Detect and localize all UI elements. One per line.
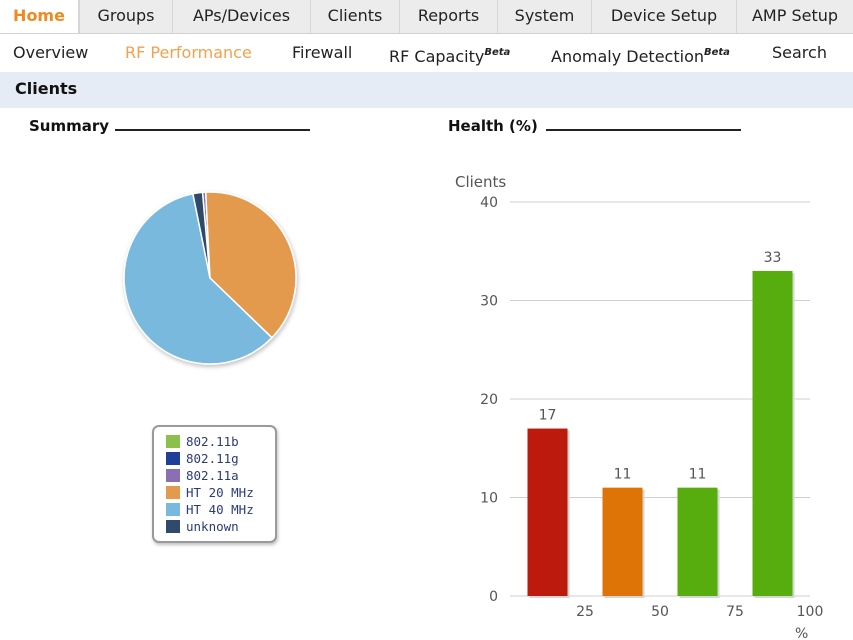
tab-clients[interactable]: Clients [310,0,399,33]
pie-legend: 802.11b 802.11g 802.11a HT 20 MHz HT 40 … [152,425,277,543]
subtab-anomaly-detection-label: Anomaly Detection [551,47,704,66]
tab-reports[interactable]: Reports [399,0,497,33]
section-title: Clients [15,79,78,98]
legend-swatch [166,452,180,465]
legend-label: 802.11b [186,434,239,449]
legend-item: 802.11g [166,451,239,468]
subtab-rf-capacity-label: RF Capacity [389,47,485,66]
legend-label: 802.11g [186,451,239,466]
subtab-anomaly-detection[interactable]: Anomaly DetectionBeta [551,34,730,71]
summary-title-rule [115,129,310,131]
legend-item: 802.11a [166,468,239,485]
subtab-rf-capacity[interactable]: RF CapacityBeta [389,34,510,71]
top-navigation: Home Groups APs/Devices Clients Reports … [0,0,853,34]
tab-device-setup[interactable]: Device Setup [591,0,736,33]
bar-value-label: 11 [689,467,707,483]
x-axis-label: % [795,626,808,640]
tab-system[interactable]: System [497,0,591,33]
subtab-search[interactable]: Search [772,34,827,71]
y-tick-label: 40 [480,195,498,211]
legend-label: HT 20 MHz [186,485,254,500]
beta-badge: Beta [704,47,730,58]
bar[interactable] [752,270,793,596]
tab-amp-setup[interactable]: AMP Setup [736,0,853,33]
legend-swatch [166,435,180,448]
legend-item: HT 40 MHz [166,502,254,519]
legend-label: HT 40 MHz [186,502,254,517]
legend-swatch [166,469,180,482]
summary-pie-chart [123,191,297,365]
bar-value-label: 33 [764,250,782,266]
bar-value-label: 11 [614,467,632,483]
subtab-overview[interactable]: Overview [13,34,88,71]
tab-groups[interactable]: Groups [79,0,172,33]
subtab-rf-performance[interactable]: RF Performance [125,34,252,71]
y-tick-label: 30 [480,294,498,310]
section-header: Clients [0,72,853,108]
legend-swatch [166,503,180,516]
summary-title: Summary [29,117,110,135]
bar[interactable] [602,487,643,596]
y-tick-label: 10 [480,491,498,507]
health-title-rule [546,129,741,131]
sub-navigation: Overview RF Performance Firewall RF Capa… [0,34,853,71]
legend-label: 802.11a [186,468,239,483]
health-title: Health (%) [448,117,538,135]
x-tick-label: 75 [726,604,744,620]
y-tick-label: 0 [489,589,498,605]
health-bar-chart: Clients 17 11 11 33 0 10 20 30 40 25 50 75 100 % [455,173,824,640]
legend-swatch [166,486,180,499]
y-tick-label: 20 [480,392,498,408]
x-tick-label: 25 [576,604,594,620]
legend-item: HT 20 MHz [166,485,254,502]
legend-label: unknown [186,519,239,534]
bar[interactable] [677,487,718,596]
legend-item: 802.11b [166,434,239,451]
subtab-firewall[interactable]: Firewall [292,34,352,71]
legend-item: unknown [166,519,239,536]
tab-home[interactable]: Home [0,0,79,33]
bar-value-label: 17 [539,408,557,424]
tab-aps-devices[interactable]: APs/Devices [172,0,310,33]
bar[interactable] [527,428,568,596]
x-tick-label: 100 [797,604,824,620]
y-axis-label: Clients [455,173,506,191]
x-tick-label: 50 [651,604,669,620]
beta-badge: Beta [484,47,511,58]
legend-swatch [166,520,180,533]
